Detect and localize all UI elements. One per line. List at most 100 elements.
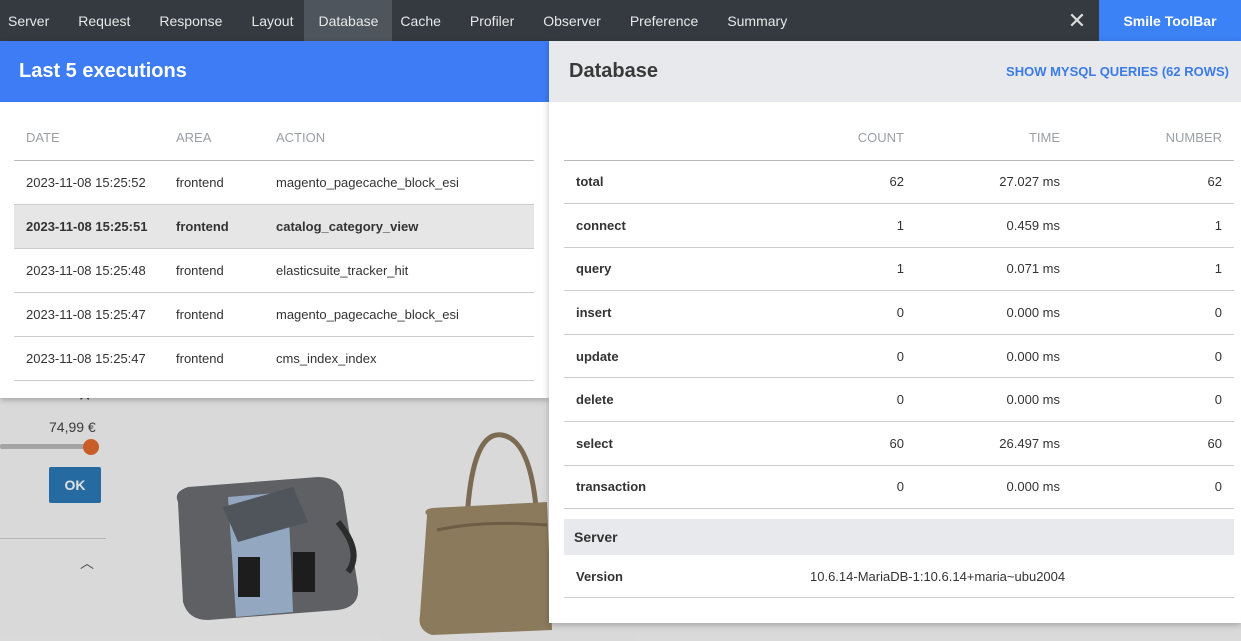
stat-label: insert [564, 290, 744, 335]
brand-button[interactable]: Smile ToolBar [1099, 0, 1241, 41]
stat-count: 62 [744, 160, 916, 205]
column-header-number: NUMBER [1072, 116, 1234, 161]
execution-date: 2023-11-08 15:25:47 [14, 336, 164, 381]
stat-time: 0.000 ms [916, 465, 1072, 510]
tab-label: Server [8, 12, 50, 29]
stat-label: transaction [564, 465, 744, 510]
stat-time: 26.497 ms [916, 421, 1072, 466]
execution-date: 2023-11-08 15:25:47 [14, 292, 164, 337]
stat-number: 60 [1072, 421, 1234, 466]
stat-number: 0 [1072, 377, 1234, 423]
execution-area: frontend [164, 248, 264, 293]
stat-time: 0.071 ms [916, 247, 1072, 292]
stat-count: 0 [744, 377, 916, 423]
stat-time: 0.459 ms [916, 203, 1072, 248]
table-row[interactable]: 2023-11-08 15:25:52 frontend magento_pag… [14, 160, 534, 205]
execution-action: magento_pagecache_block_esi [264, 292, 534, 337]
tab-label: Cache [400, 12, 441, 29]
server-section-title: Server [564, 519, 1234, 555]
database-title: Database [569, 60, 658, 82]
stat-number: 0 [1072, 290, 1234, 335]
stat-number: 1 [1072, 247, 1234, 292]
table-row: connect 1 0.459 ms 1 [564, 203, 1234, 248]
execution-date: 2023-11-08 15:25:48 [14, 248, 164, 293]
tab-label: Request [78, 12, 131, 29]
column-header-time: TIME [916, 116, 1072, 161]
tab-observer[interactable]: Observer [535, 0, 609, 41]
tab-label: Preference [629, 12, 699, 29]
table-row: insert 0 0.000 ms 0 [564, 290, 1234, 335]
tab-profiler[interactable]: Profiler [462, 0, 522, 41]
table-row: total 62 27.027 ms 62 [564, 160, 1234, 205]
tab-label: Observer [543, 12, 601, 29]
column-header-count: COUNT [744, 116, 916, 161]
stat-count: 1 [744, 247, 916, 292]
execution-date: 2023-11-08 15:25:51 [14, 204, 164, 249]
column-header-area: AREA [164, 116, 264, 161]
table-row: update 0 0.000 ms 0 [564, 334, 1234, 379]
table-row[interactable]: 2023-11-08 15:25:47 frontend magento_pag… [14, 292, 534, 337]
stat-count: 60 [744, 421, 916, 466]
stat-label: query [564, 247, 744, 292]
server-version-label: Version [576, 568, 623, 584]
column-header-action: ACTION [264, 116, 534, 161]
show-mysql-queries-link[interactable]: SHOW MYSQL QUERIES (62 ROWS) [1006, 64, 1229, 79]
stat-time: 0.000 ms [916, 377, 1072, 423]
execution-date: 2023-11-08 15:25:52 [14, 160, 164, 205]
table-row[interactable]: 2023-11-08 15:25:48 frontend elasticsuit… [14, 248, 534, 293]
tab-summary[interactable]: Summary [719, 0, 795, 41]
tab-request[interactable]: Request [70, 0, 138, 41]
close-icon[interactable]: ✕ [1062, 0, 1092, 41]
execution-action: catalog_category_view [264, 204, 534, 249]
executions-table: DATE AREA ACTION 2023-11-08 15:25:52 fro… [14, 116, 534, 381]
execution-area: frontend [164, 160, 264, 205]
table-row[interactable]: 2023-11-08 15:25:47 frontend cms_index_i… [14, 336, 534, 381]
server-version-row: Version 10.6.14-MariaDB-1:10.6.14+maria~… [564, 555, 1234, 598]
stat-time: 27.027 ms [916, 160, 1072, 205]
database-stats-table: COUNT TIME NUMBER total 62 27.027 ms 62 … [564, 116, 1234, 510]
executions-panel: Last 5 executions DATE AREA ACTION 2023-… [0, 41, 549, 398]
stat-number: 0 [1072, 465, 1234, 510]
execution-action: magento_pagecache_block_esi [264, 160, 534, 205]
server-version-value: 10.6.14-MariaDB-1:10.6.14+maria~ubu2004 [810, 568, 1066, 584]
database-header: Database SHOW MYSQL QUERIES (62 ROWS) [549, 41, 1241, 102]
tab-cache[interactable]: Cache [392, 0, 448, 41]
table-row-selected[interactable]: 2023-11-08 15:25:51 frontend catalog_cat… [14, 204, 534, 249]
stat-label: select [564, 421, 744, 466]
stat-number: 62 [1072, 160, 1234, 205]
column-header-label [564, 116, 744, 161]
stat-number: 1 [1072, 203, 1234, 248]
table-row: delete 0 0.000 ms 0 [564, 377, 1234, 423]
stat-count: 0 [744, 290, 916, 335]
stat-label: connect [564, 203, 744, 248]
execution-action: cms_index_index [264, 336, 534, 381]
stat-count: 0 [744, 465, 916, 510]
column-header-date: DATE [14, 116, 164, 161]
debug-toolbar: Server Request Response Layout Database … [0, 0, 1241, 41]
stat-time: 0.000 ms [916, 334, 1072, 379]
execution-area: frontend [164, 336, 264, 381]
stat-label: delete [564, 377, 744, 423]
table-row: transaction 0 0.000 ms 0 [564, 465, 1234, 510]
stat-label: update [564, 334, 744, 379]
table-row: select 60 26.497 ms 60 [564, 421, 1234, 466]
tab-layout[interactable]: Layout [243, 0, 301, 41]
tab-label: Summary [727, 12, 788, 29]
stat-time: 0.000 ms [916, 290, 1072, 335]
table-row: query 1 0.071 ms 1 [564, 247, 1234, 292]
tab-preference[interactable]: Preference [622, 0, 706, 41]
tab-server[interactable]: Server [0, 0, 57, 41]
tab-label: Response [159, 12, 223, 29]
tab-label: Database [318, 12, 379, 29]
tab-database[interactable]: Database [304, 0, 393, 41]
execution-area: frontend [164, 204, 264, 249]
tab-label: Layout [251, 12, 294, 29]
execution-action: elasticsuite_tracker_hit [264, 248, 534, 293]
stat-number: 0 [1072, 334, 1234, 379]
execution-area: frontend [164, 292, 264, 337]
stat-count: 1 [744, 203, 916, 248]
tab-label: Profiler [469, 12, 515, 29]
tab-response[interactable]: Response [151, 0, 230, 41]
executions-title: Last 5 executions [0, 41, 549, 102]
stat-count: 0 [744, 334, 916, 379]
